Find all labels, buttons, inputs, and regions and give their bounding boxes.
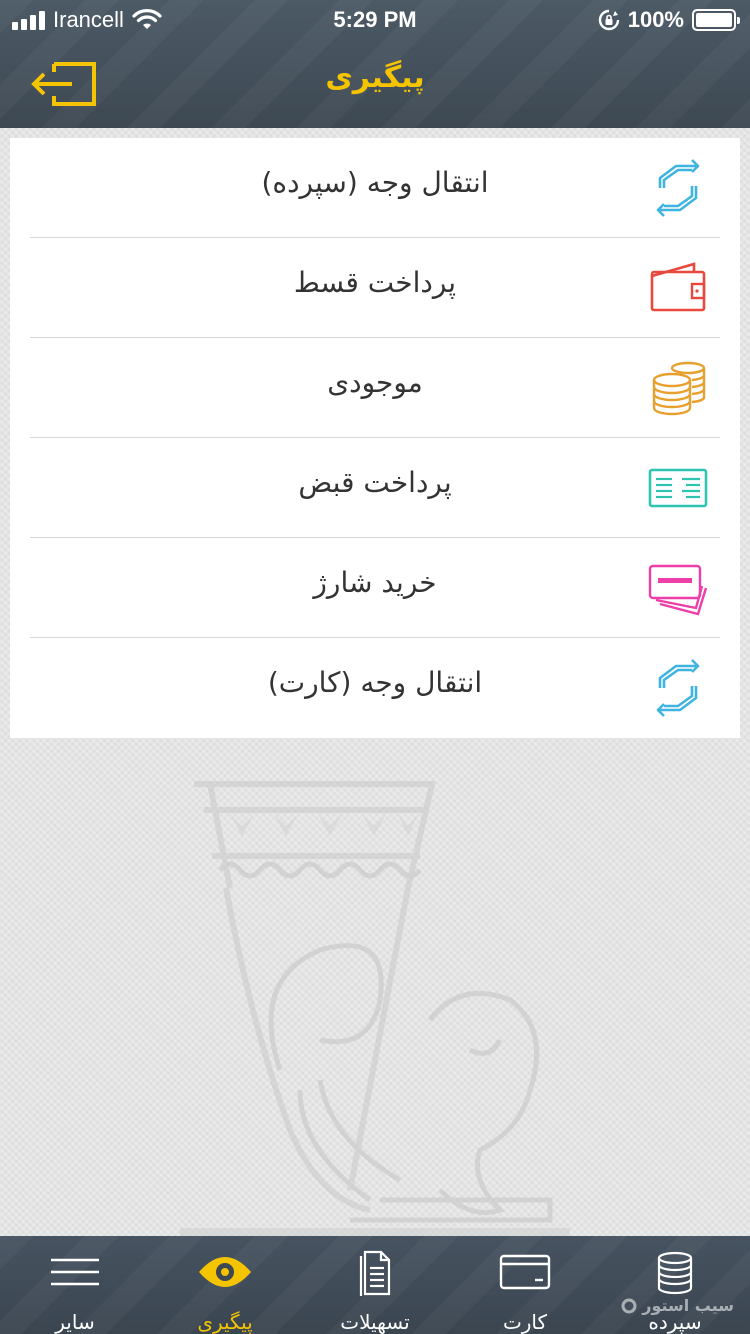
card-icon (495, 1248, 555, 1296)
store-watermark-text: سیب استور (642, 1296, 734, 1315)
battery-icon (692, 9, 740, 31)
bill-icon (646, 458, 710, 518)
menu-item-label: خرید شارژ (313, 566, 437, 599)
menu-item-transfer-deposit[interactable]: انتقال وجه (سپرده) (10, 138, 740, 238)
nav-bar: پیگیری (0, 40, 750, 128)
menu-item-buy-charge[interactable]: خرید شارژ (10, 538, 740, 638)
status-bar: Irancell 5:29 PM 100% (0, 0, 750, 40)
menu-lines-icon (45, 1248, 105, 1296)
tab-tracking[interactable]: پیگیری (150, 1236, 300, 1334)
tab-other[interactable]: سایر (0, 1236, 150, 1334)
coins-icon (645, 1248, 705, 1296)
menu-item-label: پرداخت قسط (293, 266, 457, 299)
charge-cards-icon (646, 558, 710, 618)
page-title: پیگیری (325, 60, 425, 95)
store-watermark: سیب استور (620, 1296, 734, 1315)
bank-emblem-watermark (170, 770, 590, 1240)
tab-card[interactable]: کارت (450, 1236, 600, 1334)
menu-item-label: انتقال وجه (کارت) (267, 666, 483, 699)
battery-percent: 100% (627, 7, 684, 32)
header: Irancell 5:29 PM 100% پیگیری (0, 0, 750, 128)
menu-item-bill-payment[interactable]: پرداخت قبض (10, 438, 740, 538)
rotation-lock-icon (598, 9, 619, 31)
tab-label: پیگیری (197, 1310, 253, 1334)
tab-deposit[interactable]: سپرده (600, 1236, 750, 1334)
menu-list: انتقال وجه (سپرده) پرداخت قسط موجودی پرد… (10, 138, 740, 738)
menu-item-installment-payment[interactable]: پرداخت قسط (10, 238, 740, 338)
tab-label: کارت (502, 1310, 548, 1334)
store-logo-icon (621, 1298, 637, 1313)
menu-item-label: موجودی (327, 366, 423, 399)
eye-icon (195, 1248, 255, 1296)
tab-loans[interactable]: تسهیلات (300, 1236, 450, 1334)
menu-item-balance[interactable]: موجودی (10, 338, 740, 438)
tab-bar: سایر پیگیری تسهیلات کارت سپرده (0, 1236, 750, 1334)
menu-item-transfer-card[interactable]: انتقال وجه (کارت) (10, 638, 740, 738)
coins-icon (646, 358, 710, 418)
transfer-arrows-icon (646, 658, 710, 718)
wallet-icon (646, 258, 710, 318)
status-right: 100% (598, 7, 740, 33)
menu-item-label: پرداخت قبض (298, 466, 452, 499)
menu-item-label: انتقال وجه (سپرده) (261, 166, 489, 199)
transfer-arrows-icon (646, 158, 710, 218)
document-icon (345, 1248, 405, 1296)
tab-label: سایر (55, 1310, 95, 1334)
tab-label: تسهیلات (340, 1310, 410, 1334)
